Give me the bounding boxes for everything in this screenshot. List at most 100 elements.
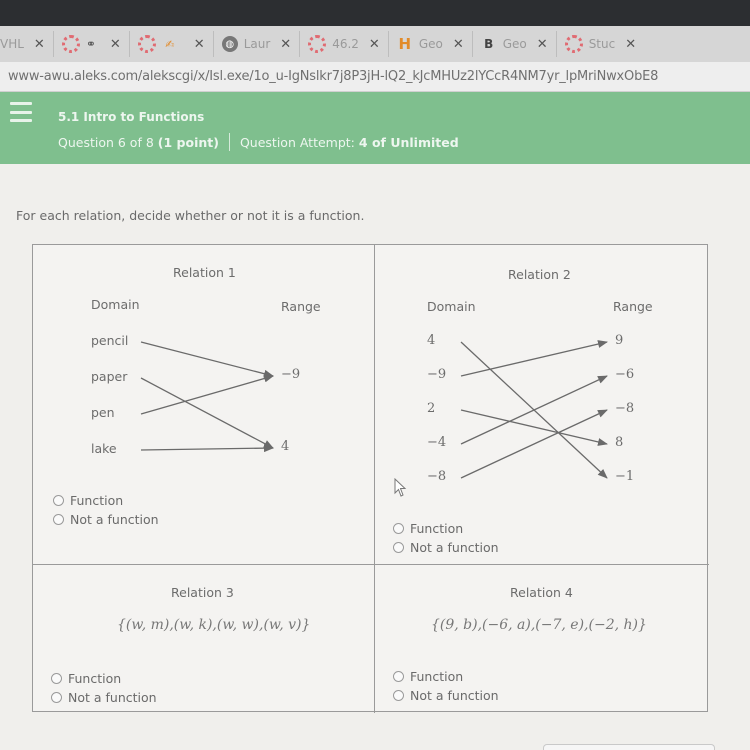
option-label: Function [70, 493, 124, 508]
option-label: Not a function [410, 540, 499, 555]
tab-title: Stuc [588, 37, 616, 51]
browser-tab[interactable]: B Geo ✕ [473, 31, 557, 57]
relation-4-panel: Relation 4 {(9, b),(−6, a),(−7, e),(−2, … [375, 565, 709, 713]
mapping-arrow [140, 444, 274, 453]
close-icon[interactable]: ✕ [453, 37, 464, 52]
close-icon[interactable]: ✕ [194, 37, 205, 52]
relation-set: {(w, m),(w, k),(w, w),(w, v)} [117, 617, 311, 633]
mouse-cursor-icon [394, 478, 407, 497]
not-a-function-radio[interactable]: Not a function [53, 510, 159, 529]
divider [228, 133, 230, 151]
question-points: (1 point) [157, 134, 219, 150]
range-item: −9 [281, 367, 301, 382]
relation-2-options: Function Not a function [393, 519, 499, 557]
relation-1-options: Function Not a function [53, 491, 159, 529]
close-icon[interactable]: ✕ [369, 37, 380, 52]
mapping-arrows [460, 340, 608, 479]
domain-item: 2 [427, 401, 436, 416]
instructions: For each relation, decide whether or not… [16, 208, 365, 223]
mapping-arrow [460, 375, 608, 445]
domain-item: lake [91, 441, 117, 456]
attempt-value: 4 of Unlimited [358, 134, 459, 150]
option-label: Not a function [70, 512, 159, 527]
aleks-icon [137, 35, 156, 53]
b-icon: B [484, 37, 494, 51]
browser-tab[interactable]: ⚭ ✕ [54, 31, 130, 57]
mapping-arrow [460, 409, 608, 479]
relations-grid: Relation 1 Domain Range Function Not a f… [32, 244, 709, 713]
radio-circle[interactable] [393, 542, 404, 553]
option-label: Function [410, 521, 464, 536]
relation-set: {(9, b),(−6, a),(−7, e),(−2, h)} [431, 617, 647, 633]
domain-item: −4 [427, 435, 447, 450]
browser-tab[interactable]: 46.2 ✕ [300, 31, 389, 57]
range-item: −1 [615, 469, 635, 484]
relation-3-panel: Relation 3 {(w, m),(w, k),(w, w),(w, v)}… [33, 565, 375, 713]
browser-tab[interactable]: ✍ ✕ [130, 31, 214, 57]
h-icon: H [398, 35, 412, 53]
relation-title: Relation 3 [171, 585, 234, 600]
function-radio[interactable]: Function [393, 667, 499, 686]
browser-tab[interactable]: ◍ Laur ✕ [214, 31, 301, 57]
range-item: −8 [615, 401, 635, 416]
browser-tab[interactable]: H Geo ✕ [389, 31, 473, 57]
domain-item: −9 [427, 367, 447, 382]
url-text[interactable]: www-awu.aleks.com/alekscgi/x/Isl.exe/1o_… [8, 69, 658, 84]
function-radio[interactable]: Function [393, 519, 499, 538]
domain-item: −8 [427, 469, 447, 484]
address-bar[interactable]: www-awu.aleks.com/alekscgi/x/Isl.exe/1o_… [0, 62, 750, 92]
option-label: Function [68, 671, 122, 686]
option-label: Not a function [410, 688, 499, 703]
close-icon[interactable]: ✕ [625, 37, 636, 52]
mapping-arrow [140, 374, 274, 415]
radio-circle[interactable] [51, 673, 62, 684]
range-item: −6 [615, 367, 635, 382]
globe-icon: ◍ [221, 36, 238, 52]
relation-4-options: Function Not a function [393, 667, 499, 705]
check-button[interactable] [543, 744, 715, 750]
radio-circle[interactable] [393, 690, 404, 701]
radio-circle[interactable] [53, 495, 64, 506]
mapping-arrow [140, 377, 274, 449]
browser-tab[interactable]: Stuc ✕ [557, 31, 644, 57]
function-radio[interactable]: Function [53, 491, 159, 510]
tab-title: Geo [418, 37, 443, 51]
close-icon[interactable]: ✕ [280, 37, 291, 52]
close-icon[interactable]: ✕ [34, 37, 45, 52]
question-content: For each relation, decide whether or not… [0, 164, 750, 750]
domain-item: pen [91, 405, 115, 420]
not-a-function-radio[interactable]: Not a function [393, 686, 499, 705]
attempt-label: Question Attempt: [239, 134, 355, 150]
aleks-icon [61, 35, 80, 53]
range-item: 9 [615, 333, 624, 348]
mapping-arrow [460, 409, 608, 446]
tab-title: 46.2 [332, 37, 359, 51]
radio-circle[interactable] [393, 671, 404, 682]
tab-title: VHL [0, 37, 24, 51]
radio-circle[interactable] [51, 692, 62, 703]
topic-title: 5.1 Intro to Functions [58, 110, 205, 124]
radio-circle[interactable] [53, 514, 64, 525]
tab-title: Laur [243, 37, 271, 51]
function-radio[interactable]: Function [51, 669, 157, 688]
question-number: Question 6 of 8 [58, 134, 154, 150]
screen-bezel [0, 0, 750, 26]
relation-1-panel: Relation 1 Domain Range Function Not a f… [33, 245, 375, 565]
question-header: 5.1 Intro to Functions Question 6 of 8 (… [0, 92, 750, 164]
browser-tab[interactable]: VHL ✕ [0, 31, 54, 57]
aleks-icon [308, 35, 327, 53]
close-icon[interactable]: ✕ [537, 37, 548, 52]
tab-title: Geo [502, 37, 527, 51]
not-a-function-radio[interactable]: Not a function [51, 688, 157, 707]
range-item: 8 [615, 435, 624, 450]
radio-circle[interactable] [393, 523, 404, 534]
hamburger-menu-icon[interactable] [10, 102, 32, 122]
not-a-function-radio[interactable]: Not a function [393, 538, 499, 557]
close-icon[interactable]: ✕ [110, 37, 121, 52]
option-label: Function [410, 669, 464, 684]
relation-title: Relation 4 [510, 585, 573, 600]
grade-icon: ✍ [165, 37, 175, 51]
relation-2-panel: Relation 2 Domain Range Function Not a f… [375, 245, 709, 565]
binoculars-icon: ⚭ [85, 37, 96, 51]
relation-3-options: Function Not a function [51, 669, 157, 707]
